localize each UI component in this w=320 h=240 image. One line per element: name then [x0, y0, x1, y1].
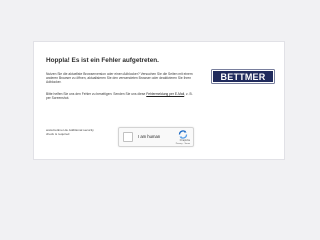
- error-description: Nutzen Sie die aktuellste Browserversion…: [46, 72, 193, 85]
- captcha-label: I am human: [138, 133, 161, 139]
- error-card: Hoppla! Es ist ein Fehler aufgetreten. N…: [33, 41, 285, 160]
- captcha-terms-links[interactable]: Privacy · Terms: [176, 143, 190, 145]
- captcha-checkbox[interactable]: [123, 132, 133, 142]
- bettmer-logo: BETTMER: [212, 70, 274, 83]
- page: Hoppla! Es ist ein Fehler aufgetreten. N…: [0, 0, 320, 240]
- error-report-instructions: Bitte helfen Sie uns den Fehler zu besei…: [46, 92, 194, 100]
- error-title: Hoppla! Es ist ein Fehler aufgetreten.: [46, 57, 159, 64]
- captcha-logo-icon: [178, 130, 188, 139]
- security-check-note: www.bettmer.de Additional security check…: [46, 128, 94, 136]
- captcha-widget: I am human hCaptcha Privacy · Terms: [118, 127, 194, 147]
- email-report-link[interactable]: Fehlermeldung per E-Mail: [146, 92, 184, 96]
